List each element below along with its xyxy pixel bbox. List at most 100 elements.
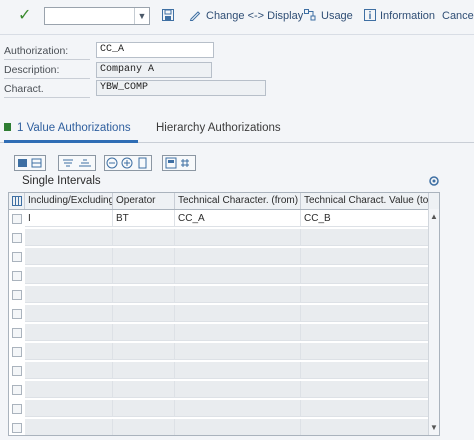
row-selector[interactable] [12, 309, 22, 319]
table-cell[interactable] [301, 419, 429, 435]
table-cell[interactable] [25, 267, 113, 284]
tab-hierarchy-authorizations[interactable]: Hierarchy Authorizations [156, 122, 281, 134]
table-cell[interactable] [175, 324, 301, 341]
table-cell[interactable] [113, 248, 175, 265]
table-cell[interactable] [25, 381, 113, 398]
table-cell[interactable] [113, 362, 175, 379]
table-cell[interactable] [113, 324, 175, 341]
table-cell[interactable] [113, 343, 175, 360]
table-cell[interactable] [113, 229, 175, 246]
select-toggle-button[interactable] [14, 155, 46, 171]
cancel-button[interactable]: Cancel [442, 10, 474, 22]
tab-value-authorizations[interactable]: 1 Value Authorizations [4, 122, 131, 140]
table-cell[interactable] [113, 419, 175, 435]
row-edit-buttons[interactable] [104, 155, 152, 171]
table-cell[interactable] [175, 248, 301, 265]
row-selector[interactable] [12, 271, 22, 281]
table-cell[interactable] [175, 286, 301, 303]
table-row[interactable] [9, 381, 429, 398]
table-cell[interactable] [301, 324, 429, 341]
sort-buttons[interactable] [58, 155, 96, 171]
table-cell[interactable] [25, 343, 113, 360]
scroll-up-icon[interactable]: ▲ [430, 212, 438, 221]
row-selector[interactable] [12, 404, 22, 414]
change-display-icon[interactable] [189, 9, 201, 21]
vertical-scrollbar[interactable]: ▲ ▼ [428, 209, 439, 435]
table-cell[interactable] [175, 419, 301, 435]
table-cell[interactable] [25, 324, 113, 341]
row-selector[interactable] [12, 233, 22, 243]
information-button[interactable]: Information [380, 10, 435, 22]
table-row[interactable] [9, 248, 429, 265]
table-cell[interactable] [25, 286, 113, 303]
settings-icon[interactable] [428, 175, 440, 187]
table-cell[interactable] [301, 400, 429, 417]
information-icon[interactable] [364, 9, 376, 21]
table-cell[interactable] [301, 229, 429, 246]
change-display-button[interactable]: Change <-> Display [206, 10, 303, 22]
table-cell[interactable] [301, 248, 429, 265]
table-cell[interactable] [113, 381, 175, 398]
table-cell[interactable] [301, 305, 429, 322]
row-selector[interactable] [12, 214, 22, 224]
table-row[interactable] [9, 305, 429, 322]
table-cell[interactable] [113, 267, 175, 284]
save-icon[interactable] [162, 9, 174, 21]
table-cell[interactable]: BT [113, 210, 175, 227]
row-selector[interactable] [12, 252, 22, 262]
table-cell[interactable] [25, 229, 113, 246]
column-header[interactable]: Technical Character. (from) [175, 193, 301, 209]
table-cell[interactable] [175, 381, 301, 398]
table-cell[interactable] [301, 362, 429, 379]
table-row[interactable] [9, 362, 429, 379]
table-cell[interactable] [175, 267, 301, 284]
table-row[interactable]: I BT CC_A CC_B [9, 210, 429, 227]
table-row[interactable] [9, 324, 429, 341]
column-header[interactable]: Operator [113, 193, 175, 209]
table-cell[interactable] [175, 400, 301, 417]
description-field[interactable]: Company A [96, 62, 212, 78]
row-selector[interactable] [12, 328, 22, 338]
usage-icon[interactable] [304, 9, 316, 21]
row-selector[interactable] [12, 290, 22, 300]
column-header[interactable]: Including/Excluding [25, 193, 113, 209]
table-row[interactable] [9, 343, 429, 360]
table-cell[interactable] [113, 286, 175, 303]
table-cell[interactable] [301, 381, 429, 398]
usage-button[interactable]: Usage [321, 10, 353, 22]
column-header[interactable]: Technical Charact. Value (to) [301, 193, 429, 209]
table-cell[interactable] [175, 229, 301, 246]
checkmark-icon[interactable]: ✓ [18, 7, 31, 25]
table-cell[interactable] [301, 286, 429, 303]
table-cell[interactable] [301, 267, 429, 284]
table-row[interactable] [9, 419, 429, 435]
row-selector[interactable] [12, 423, 22, 433]
row-selector[interactable] [12, 385, 22, 395]
table-cell[interactable] [25, 248, 113, 265]
table-cell[interactable] [175, 362, 301, 379]
row-selector[interactable] [12, 366, 22, 376]
scroll-down-icon[interactable]: ▼ [430, 423, 438, 432]
table-row[interactable] [9, 286, 429, 303]
table-cell[interactable] [25, 419, 113, 435]
table-cell[interactable]: CC_B [301, 210, 429, 227]
table-cell[interactable] [175, 343, 301, 360]
table-row[interactable] [9, 267, 429, 284]
row-selector[interactable] [12, 347, 22, 357]
command-field[interactable]: ▼ [44, 7, 150, 25]
table-cell[interactable] [175, 305, 301, 322]
table-cell[interactable]: I [25, 210, 113, 227]
table-cell[interactable] [25, 362, 113, 379]
table-settings-icon[interactable] [9, 193, 25, 209]
table-cell[interactable] [25, 400, 113, 417]
table-row[interactable] [9, 400, 429, 417]
table-cell[interactable] [25, 305, 113, 322]
table-cell[interactable] [113, 400, 175, 417]
detail-buttons[interactable] [162, 155, 196, 171]
chevron-down-icon[interactable]: ▼ [134, 8, 149, 24]
table-cell[interactable] [113, 305, 175, 322]
table-cell[interactable] [301, 343, 429, 360]
table-row[interactable] [9, 229, 429, 246]
table-cell[interactable]: CC_A [175, 210, 301, 227]
authorization-field[interactable]: CC_A [96, 42, 214, 58]
